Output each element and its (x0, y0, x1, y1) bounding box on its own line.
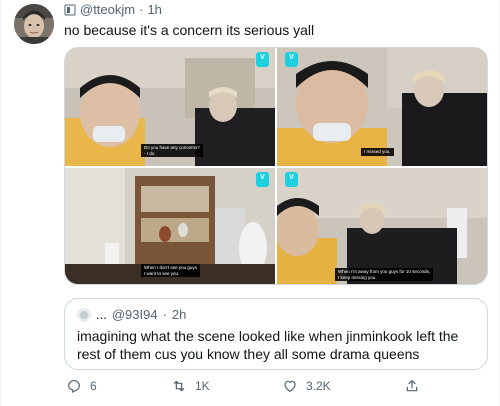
retweeted-profile-icon (64, 4, 76, 16)
quoted-author-handle[interactable]: @93I94 (112, 307, 158, 322)
tweet-actions: 6 1K 3.2K (64, 378, 434, 398)
caption-line: When I'm away from you guys for 10 secon… (338, 269, 431, 274)
subtitle-caption: When I don't see you guys I want to see … (141, 264, 200, 277)
reply-count: 6 (90, 379, 97, 393)
quoted-display-name: ... (96, 307, 107, 322)
heart-icon (284, 380, 296, 393)
media-image-top-left[interactable]: V Do you have any concerns? - I do. (65, 48, 275, 166)
author-handle[interactable]: @tteokjm (80, 2, 135, 17)
media-image-top-right[interactable]: V I missed you. (277, 48, 487, 166)
caption-line: I want to see you. (144, 270, 180, 276)
tweet-timestamp[interactable]: 1h (147, 2, 161, 17)
caption-line: Do you have any concerns? (144, 145, 200, 150)
vlive-logo-icon: V (285, 52, 298, 67)
quoted-tweet-card[interactable]: ... @93I94 · 2h imagining what the scene… (64, 298, 488, 370)
reply-icon (68, 380, 80, 393)
quoted-tweet-text: imagining what the scene looked like whe… (77, 328, 459, 362)
caption-line: I keep missing you. (338, 274, 377, 280)
vlive-logo-icon: V (256, 172, 269, 187)
vlive-logo-icon: V (285, 172, 298, 187)
caption-line: I missed you. (364, 149, 391, 154)
like-count: 3.2K (306, 379, 331, 393)
subtitle-caption: Do you have any concerns? - I do. (141, 144, 203, 157)
caption-line: When I don't see you guys (144, 265, 197, 270)
quoted-author-avatar[interactable] (77, 307, 91, 322)
media-image-bottom-right[interactable]: V When I'm away from you guys for 10 sec… (277, 168, 487, 284)
retweet-button[interactable]: 1K (171, 378, 210, 394)
share-button[interactable] (404, 378, 420, 394)
subtitle-caption: When I'm away from you guys for 10 secon… (335, 268, 434, 281)
subtitle-caption: I missed you. (361, 148, 394, 156)
like-button[interactable]: 3.2K (282, 378, 331, 394)
quoted-tweet-header: ... @93I94 · 2h (77, 307, 186, 322)
tweet-text: no because it's a concern its serious ya… (64, 22, 315, 38)
tweet-header: @tteokjm · 1h (64, 2, 162, 17)
reply-button[interactable]: 6 (66, 378, 97, 394)
header-separator: · (139, 2, 144, 17)
author-avatar[interactable] (14, 4, 54, 44)
media-image-bottom-left[interactable]: V When I don't see you guys I want to se… (65, 168, 275, 284)
media-grid[interactable]: V Do you have any concerns? - I do. V I … (64, 47, 488, 285)
quoted-timestamp[interactable]: 2h (172, 307, 186, 322)
retweet-count: 1K (195, 379, 210, 393)
quoted-separator: · (162, 307, 167, 322)
retweet-icon (173, 380, 185, 392)
share-icon (406, 380, 418, 392)
vlive-logo-icon: V (256, 52, 269, 67)
caption-line: - I do. (144, 150, 156, 156)
